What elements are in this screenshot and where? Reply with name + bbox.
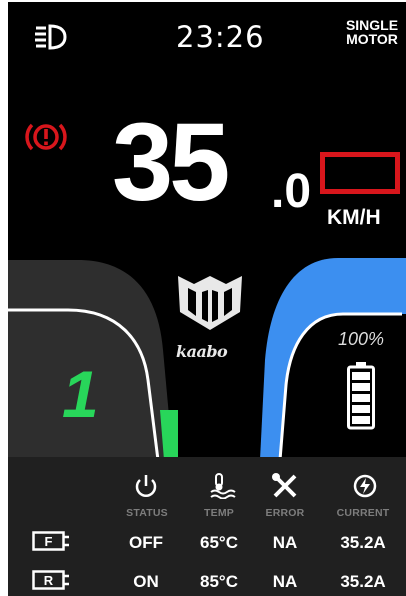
highlight-box [320, 152, 400, 194]
front-current: 35.2A [340, 533, 386, 552]
dashboard-screen: 23:26 SINGLE MOTOR 35 .0 KM/H 1 kaabo 10… [8, 2, 406, 596]
rear-motor-icon: R [32, 570, 69, 590]
battery-icon [347, 362, 375, 430]
error-header: ERROR [265, 507, 305, 519]
rear-current: 35.2A [340, 572, 386, 591]
gear-value: 1 [62, 357, 99, 431]
brake-warning-icon [25, 123, 67, 151]
front-status: OFF [129, 533, 163, 552]
motor-mode: SINGLE MOTOR [340, 18, 404, 46]
status-header: STATUS [126, 507, 168, 519]
power-icon [135, 475, 157, 497]
front-motor-tag: F [45, 534, 53, 549]
temperature-icon [210, 473, 236, 499]
speed-unit: KM/H [327, 206, 381, 229]
current-header: CURRENT [336, 507, 390, 519]
front-temp: 65°C [200, 533, 238, 552]
lightning-icon [353, 474, 377, 498]
telemetry-panel: STATUS TEMP ERROR CURRENT F OFF 65°C NA … [8, 457, 406, 596]
battery-percent: 100% [338, 329, 385, 349]
front-motor-icon: F [32, 531, 69, 551]
rear-temp: 85°C [200, 572, 238, 591]
clock-time: 23:26 [176, 20, 265, 54]
speed-value: 35 [112, 101, 230, 224]
motor-mode-line1: SINGLE [345, 17, 399, 33]
rear-motor-tag: R [44, 573, 54, 588]
headlight-icon [35, 24, 67, 50]
rear-status: ON [133, 572, 159, 591]
motor-mode-line2: MOTOR [346, 31, 398, 47]
speed-decimal: .0 [271, 165, 312, 218]
front-error: NA [272, 533, 298, 552]
temp-header: TEMP [204, 507, 234, 519]
brand-name: kaabo [176, 342, 228, 361]
wrench-icon [272, 473, 297, 498]
rear-error: NA [272, 572, 298, 591]
brand-logo-icon [178, 276, 242, 330]
